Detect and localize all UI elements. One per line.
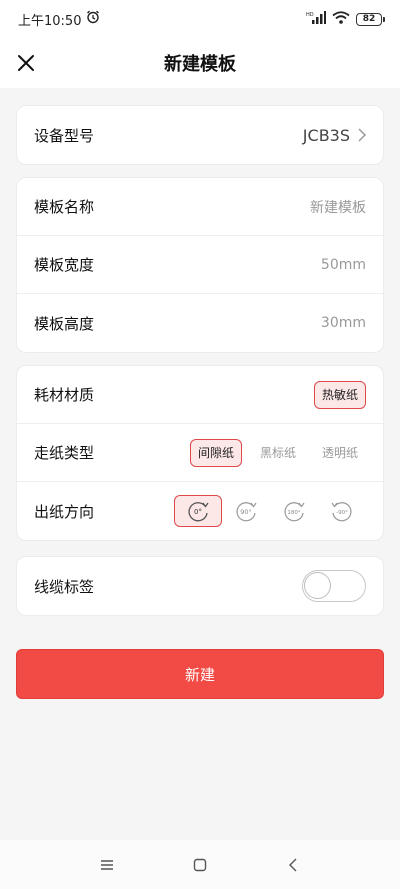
top-app-bar: 新建模板 <box>0 38 400 88</box>
create-button[interactable]: 新建 <box>16 649 384 699</box>
paper-type-option-black-mark[interactable]: 黑标纸 <box>252 439 304 467</box>
status-time: 上午10:50 <box>18 13 82 29</box>
cable-label-card: 线缆标签 <box>16 556 384 616</box>
device-model-row[interactable]: 设备型号 JCB3S <box>17 106 383 164</box>
rotate-180-icon: 180° <box>284 502 305 522</box>
template-name-input[interactable]: 新建模板 <box>310 197 366 217</box>
alarm-icon <box>86 10 100 28</box>
template-card: 模板名称 新建模板 模板宽度 50mm 模板高度 30mm <box>16 177 384 353</box>
template-name-row[interactable]: 模板名称 新建模板 <box>17 178 383 236</box>
paper-type-row: 走纸类型 间隙纸 黑标纸 透明纸 <box>17 424 383 482</box>
device-model-label: 设备型号 <box>34 126 95 145</box>
svg-text:180°: 180° <box>287 510 300 516</box>
svg-text:0°: 0° <box>194 508 202 516</box>
svg-text:90°: 90° <box>240 508 252 516</box>
svg-text:-90°: -90° <box>336 510 348 516</box>
chevron-right-icon <box>358 128 366 142</box>
close-button[interactable] <box>12 49 40 77</box>
cable-label-toggle[interactable] <box>302 570 366 602</box>
home-square-icon <box>193 858 207 871</box>
material-row: 耗材材质 热敏纸 <box>17 366 383 424</box>
paper-type-option-transparent[interactable]: 透明纸 <box>314 439 366 467</box>
direction-label: 出纸方向 <box>34 502 95 521</box>
rotate-90-icon: 90° <box>236 502 257 522</box>
template-name-label: 模板名称 <box>34 198 95 216</box>
paper-settings-card: 耗材材质 热敏纸 走纸类型 间隙纸 黑标纸 透明纸 出纸方向 0° 90° 18… <box>16 365 384 541</box>
material-label: 耗材材质 <box>34 386 95 404</box>
battery-icon: 82 <box>356 12 385 26</box>
menu-nav-button[interactable] <box>87 845 127 885</box>
direction-row: 出纸方向 0° 90° 180° -90° <box>17 482 383 540</box>
page-title: 新建模板 <box>164 54 236 75</box>
direction-option-neg90[interactable]: -90° <box>318 495 366 527</box>
template-width-row[interactable]: 模板宽度 50mm <box>17 236 383 294</box>
system-nav-bar <box>0 840 400 889</box>
direction-option-0[interactable]: 0° <box>174 495 222 527</box>
cable-label-row: 线缆标签 <box>17 557 383 615</box>
paper-type-option-gap[interactable]: 间隙纸 <box>189 438 242 467</box>
device-card: 设备型号 JCB3S <box>16 105 384 165</box>
template-height-label: 模板高度 <box>34 314 95 333</box>
template-width-label: 模板宽度 <box>34 256 95 274</box>
device-model-value: JCB3S <box>302 125 350 145</box>
close-icon <box>18 55 34 71</box>
direction-option-180[interactable]: 180° <box>270 495 318 527</box>
paper-type-label: 走纸类型 <box>34 444 95 462</box>
back-nav-button[interactable] <box>273 845 313 885</box>
home-nav-button[interactable] <box>180 845 220 885</box>
rotate-neg90-icon: -90° <box>331 502 352 522</box>
cable-label-label: 线缆标签 <box>34 577 95 596</box>
wifi-icon <box>332 10 350 28</box>
direction-option-90[interactable]: 90° <box>222 495 270 527</box>
template-width-input[interactable]: 50mm <box>321 257 366 273</box>
template-height-input[interactable]: 30mm <box>321 315 366 331</box>
rotate-0-icon: 0° <box>188 502 209 522</box>
toggle-knob <box>304 572 331 599</box>
template-height-row[interactable]: 模板高度 30mm <box>17 294 383 352</box>
status-bar: 上午10:50 HD 82 <box>0 0 400 38</box>
material-option-thermal[interactable]: 热敏纸 <box>313 380 366 409</box>
menu-icon <box>100 859 113 870</box>
back-icon <box>289 858 297 871</box>
svg-text:HD: HD <box>306 12 314 18</box>
signal-icon: HD <box>306 10 326 28</box>
